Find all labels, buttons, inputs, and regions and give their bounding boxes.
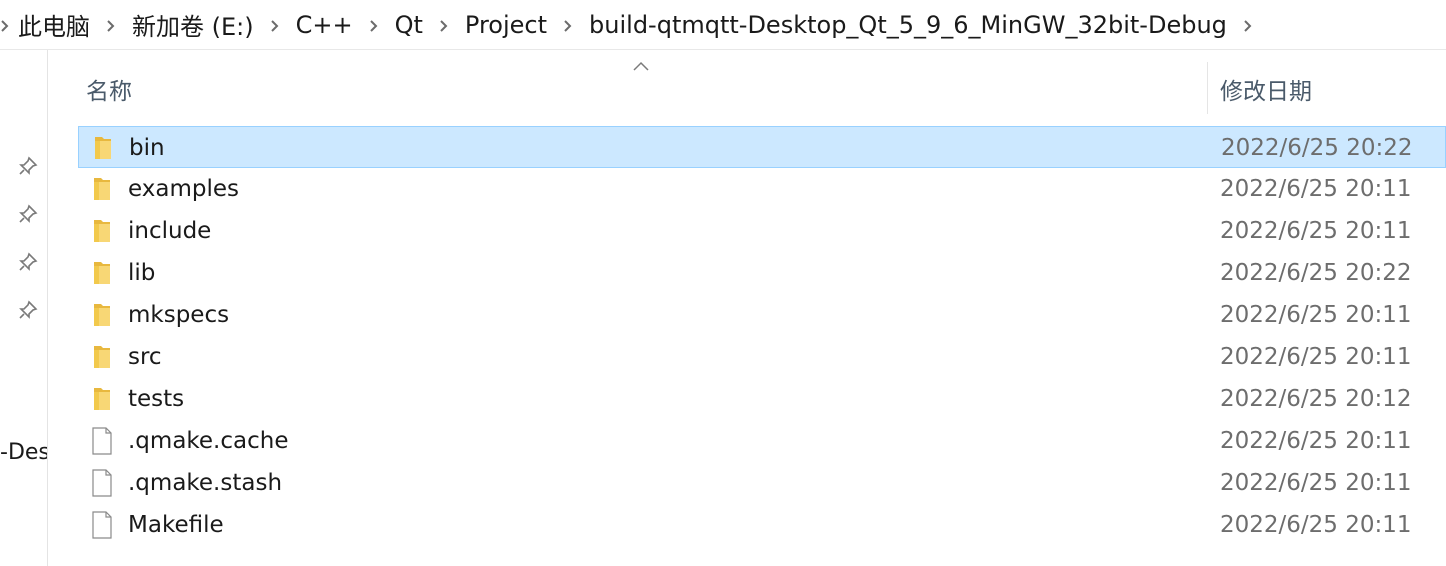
column-divider[interactable]	[1207, 62, 1208, 114]
file-icon	[90, 511, 114, 539]
folder-icon	[90, 175, 114, 203]
column-header-name[interactable]: 名称	[86, 60, 132, 118]
breadcrumb: 此电脑 新加卷 (E:) C++ Qt Project build-qtmqtt…	[0, 0, 1446, 50]
file-name[interactable]: .qmake.stash	[128, 462, 282, 504]
folder-icon	[90, 385, 114, 413]
file-row[interactable]: tests 2022/6/25 20:12	[78, 378, 1446, 420]
file-name[interactable]: bin	[129, 127, 165, 169]
pin-icon[interactable]	[16, 298, 40, 322]
file-date-modified: 2022/6/25 20:11	[1220, 302, 1412, 328]
breadcrumb-item-qt[interactable]: Qt	[393, 11, 425, 39]
file-date-modified: 2022/6/25 20:11	[1220, 512, 1412, 538]
pin-icon[interactable]	[16, 202, 40, 226]
file-row[interactable]: .qmake.stash 2022/6/25 20:11	[78, 462, 1446, 504]
file-name[interactable]: src	[128, 336, 162, 378]
column-header-date-modified[interactable]: 修改日期	[1220, 60, 1312, 118]
chevron-right-icon[interactable]	[425, 11, 463, 39]
chevron-right-icon[interactable]	[0, 11, 16, 39]
file-date-modified: 2022/6/25 20:22	[1221, 135, 1413, 161]
chevron-right-icon[interactable]	[256, 11, 294, 39]
file-row[interactable]: lib 2022/6/25 20:22	[78, 252, 1446, 294]
file-icon	[90, 469, 114, 497]
chevron-right-icon[interactable]	[355, 11, 393, 39]
folder-icon	[91, 134, 115, 162]
file-date-modified: 2022/6/25 20:11	[1220, 344, 1412, 370]
file-name[interactable]: tests	[128, 378, 184, 420]
breadcrumb-item-this-pc[interactable]: 此电脑	[16, 7, 92, 42]
file-name[interactable]: Makefile	[128, 504, 224, 546]
file-date-modified: 2022/6/25 20:11	[1220, 176, 1412, 202]
file-date-modified: 2022/6/25 20:22	[1220, 260, 1412, 286]
navigation-pane[interactable]: -Des	[0, 50, 48, 566]
file-row[interactable]: mkspecs 2022/6/25 20:11	[78, 294, 1446, 336]
breadcrumb-item-project[interactable]: Project	[463, 11, 549, 39]
nav-item-truncated[interactable]: -Des	[0, 440, 47, 465]
file-name[interactable]: lib	[128, 252, 155, 294]
file-name[interactable]: include	[128, 210, 211, 252]
breadcrumb-item-build-folder[interactable]: build-qtmqtt-Desktop_Qt_5_9_6_MinGW_32bi…	[587, 11, 1229, 39]
file-name[interactable]: mkspecs	[128, 294, 229, 336]
folder-icon	[90, 217, 114, 245]
file-date-modified: 2022/6/25 20:12	[1220, 386, 1412, 412]
folder-icon	[90, 259, 114, 287]
breadcrumb-item-cpp[interactable]: C++	[294, 11, 355, 39]
pin-icon[interactable]	[16, 154, 40, 178]
file-row[interactable]: Makefile 2022/6/25 20:11	[78, 504, 1446, 546]
file-date-modified: 2022/6/25 20:11	[1220, 428, 1412, 454]
pin-icon[interactable]	[16, 250, 40, 274]
chevron-right-icon[interactable]	[549, 11, 587, 39]
chevron-right-icon[interactable]	[92, 11, 130, 39]
file-icon	[90, 427, 114, 455]
breadcrumb-item-drive[interactable]: 新加卷 (E:)	[130, 7, 256, 42]
file-date-modified: 2022/6/25 20:11	[1220, 218, 1412, 244]
file-row[interactable]: src 2022/6/25 20:11	[78, 336, 1446, 378]
folder-icon	[90, 343, 114, 371]
file-row[interactable]: .qmake.cache 2022/6/25 20:11	[78, 420, 1446, 462]
file-name[interactable]: examples	[128, 168, 239, 210]
file-row[interactable]: include 2022/6/25 20:11	[78, 210, 1446, 252]
file-row[interactable]: examples 2022/6/25 20:11	[78, 168, 1446, 210]
sort-ascending-icon	[630, 58, 652, 72]
file-date-modified: 2022/6/25 20:11	[1220, 470, 1412, 496]
file-row[interactable]: bin 2022/6/25 20:22	[78, 126, 1446, 168]
chevron-right-icon[interactable]	[1229, 11, 1267, 39]
folder-icon	[90, 301, 114, 329]
file-name[interactable]: .qmake.cache	[128, 420, 288, 462]
